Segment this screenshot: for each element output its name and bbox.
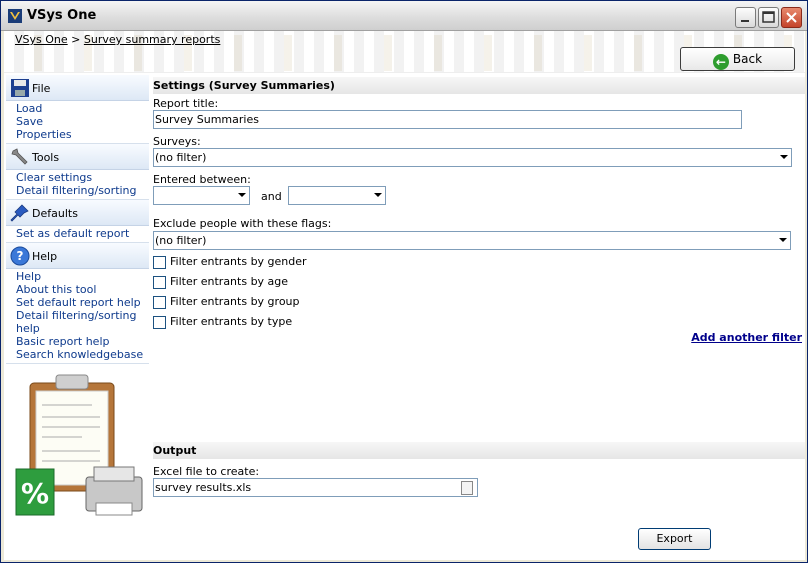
- excel-file-input[interactable]: survey results.xls: [153, 478, 478, 497]
- sidebar-title-defaults: Defaults: [32, 207, 78, 220]
- filter-type-label[interactable]: Filter entrants by type: [170, 315, 292, 328]
- excel-file-value: survey results.xls: [155, 481, 252, 494]
- surveys-select-value: (no filter): [155, 151, 207, 164]
- add-another-filter-link[interactable]: Add another filter: [691, 331, 802, 344]
- sidebar-item-properties[interactable]: Properties: [16, 128, 149, 141]
- exclude-flags-label: Exclude people with these flags:: [153, 217, 332, 230]
- maximize-button[interactable]: [758, 7, 779, 28]
- sidebar-item-filtering-help[interactable]: Detail filtering/sorting help: [16, 309, 149, 335]
- minimize-icon: [741, 20, 749, 22]
- sidebar-list-file: Load Save Properties: [6, 101, 149, 144]
- filter-age-label[interactable]: Filter entrants by age: [170, 275, 288, 288]
- sidebar-item-detail-filtering[interactable]: Detail filtering/sorting: [16, 184, 149, 197]
- sidebar-title-file: File: [32, 82, 51, 95]
- date-from-select[interactable]: [153, 186, 250, 205]
- sidebar: File Load Save Properties Tools Clear se…: [6, 75, 149, 365]
- filter-gender-label[interactable]: Filter entrants by gender: [170, 255, 307, 268]
- window-title: VSys One: [27, 8, 97, 23]
- sidebar-item-search-knowledgebase[interactable]: Search knowledgebase: [16, 348, 149, 361]
- header-banner: VSys One > Survey summary reports ← Back: [4, 31, 805, 73]
- maximize-icon: [762, 11, 775, 23]
- sidebar-item-clear-settings[interactable]: Clear settings: [16, 171, 149, 184]
- breadcrumb-root-link[interactable]: VSys One: [15, 33, 68, 46]
- sidebar-item-help[interactable]: Help: [16, 270, 149, 283]
- back-label: Back: [732, 52, 763, 66]
- report-title-label: Report title:: [153, 97, 219, 110]
- report-clipboard-illustration: %: [15, 374, 143, 516]
- close-button[interactable]: [781, 7, 802, 28]
- exclude-flags-select[interactable]: (no filter): [153, 231, 791, 250]
- svg-text:?: ?: [17, 249, 24, 263]
- filter-type-checkbox[interactable]: [153, 316, 166, 329]
- entered-between-label: Entered between:: [153, 173, 251, 186]
- app-window: VSys One VSys One > Survey summary repor…: [0, 0, 808, 563]
- filter-group-checkbox[interactable]: [153, 296, 166, 309]
- client-area: VSys One > Survey summary reports ← Back …: [4, 31, 805, 560]
- back-button[interactable]: ← Back: [680, 47, 795, 71]
- output-section-header: Output: [153, 442, 805, 459]
- chevron-down-icon: [780, 155, 788, 159]
- sidebar-item-save[interactable]: Save: [16, 115, 149, 128]
- sidebar-item-about[interactable]: About this tool: [16, 283, 149, 296]
- svg-text:%: %: [21, 477, 49, 510]
- floppy-disk-icon: [11, 79, 29, 97]
- sidebar-item-basic-report-help[interactable]: Basic report help: [16, 335, 149, 348]
- sidebar-item-set-default-report[interactable]: Set as default report: [16, 227, 149, 240]
- sidebar-list-help: Help About this tool Set default report …: [6, 269, 149, 364]
- sidebar-header-file: File: [6, 75, 149, 101]
- filter-group-label[interactable]: Filter entrants by group: [170, 295, 300, 308]
- date-to-select[interactable]: [288, 186, 386, 205]
- and-label: and: [261, 190, 282, 203]
- sidebar-item-default-report-help[interactable]: Set default report help: [16, 296, 149, 309]
- report-title-input[interactable]: Survey Summaries: [153, 110, 742, 129]
- sidebar-item-load[interactable]: Load: [16, 102, 149, 115]
- close-icon: [786, 12, 797, 23]
- pushpin-icon: [10, 204, 29, 222]
- wrench-icon: [11, 148, 28, 165]
- sidebar-list-defaults: Set as default report: [6, 226, 149, 243]
- sidebar-header-defaults: Defaults: [6, 200, 149, 226]
- sidebar-header-help: ? Help: [6, 243, 149, 269]
- settings-section-header: Settings (Survey Summaries): [153, 77, 805, 94]
- app-logo-icon: [8, 9, 22, 23]
- filter-age-checkbox[interactable]: [153, 276, 166, 289]
- excel-file-label: Excel file to create:: [153, 465, 260, 478]
- breadcrumb-separator: >: [71, 33, 81, 46]
- help-question-icon: ?: [10, 246, 30, 266]
- sidebar-title-help: Help: [32, 250, 58, 263]
- filter-gender-checkbox[interactable]: [153, 256, 166, 269]
- exclude-flags-select-value: (no filter): [155, 234, 207, 247]
- surveys-select[interactable]: (no filter): [153, 148, 792, 167]
- export-button[interactable]: Export: [638, 528, 711, 550]
- title-bar: VSys One: [1, 1, 807, 31]
- surveys-label: Surveys:: [153, 135, 201, 148]
- sidebar-title-tools: Tools: [32, 151, 60, 164]
- breadcrumb-current-link[interactable]: Survey summary reports: [84, 33, 221, 46]
- breadcrumb: VSys One > Survey summary reports: [15, 33, 220, 46]
- chevron-down-icon: [238, 193, 246, 197]
- browse-file-icon[interactable]: [461, 481, 473, 495]
- chevron-down-icon: [374, 193, 382, 197]
- sidebar-list-tools: Clear settings Detail filtering/sorting: [6, 170, 149, 200]
- back-arrow-icon: ←: [712, 54, 729, 70]
- sidebar-header-tools: Tools: [6, 144, 149, 170]
- chevron-down-icon: [779, 238, 787, 242]
- minimize-button[interactable]: [735, 7, 756, 28]
